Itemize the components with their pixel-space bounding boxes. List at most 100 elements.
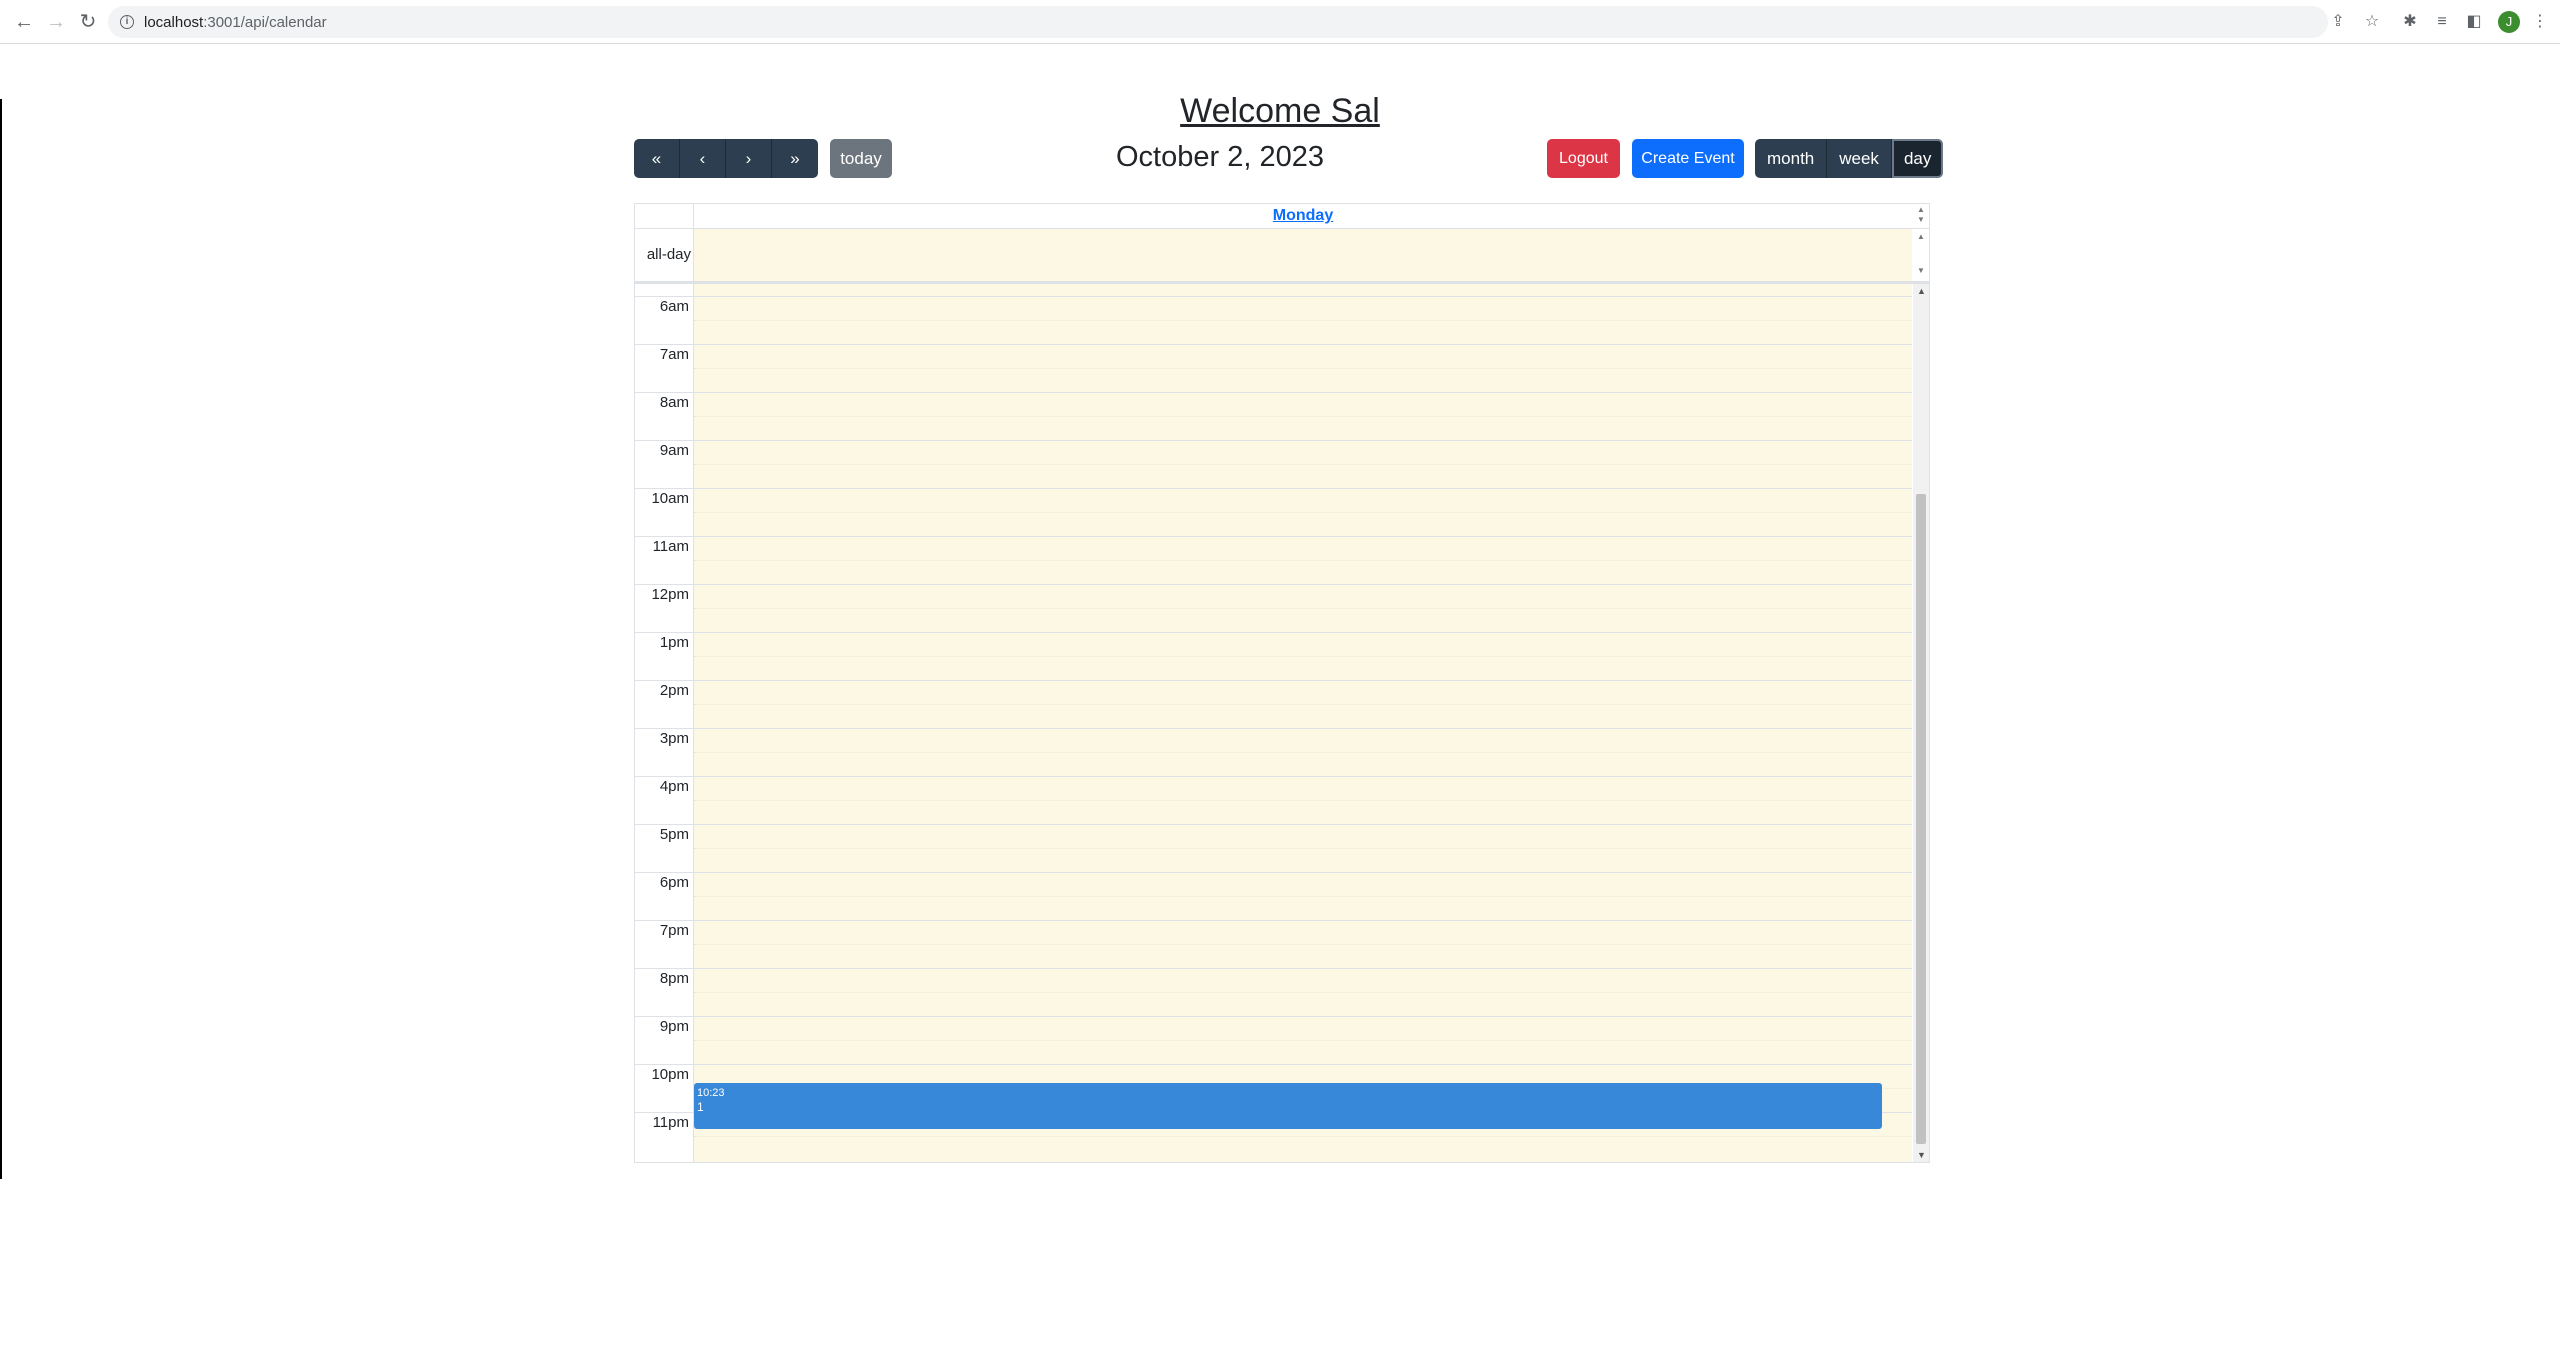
url-path: :3001/api/calendar [203, 14, 327, 31]
scroll-down-arrow-icon[interactable]: ▼ [1917, 267, 1925, 275]
view-switcher: month week day [1755, 139, 1944, 178]
address-bar[interactable]: i localhost:3001/api/calendar ⇪ ☆ [108, 6, 2379, 38]
all-day-label: all-day [635, 229, 694, 281]
share-icon[interactable]: ⇪ [2328, 12, 2348, 32]
scroll-thumb[interactable] [1916, 494, 1926, 1144]
day-view-button[interactable]: day [1891, 139, 1944, 178]
hour-label: 7am [659, 346, 689, 363]
hour-line [635, 536, 1912, 537]
hour-line [635, 968, 1912, 969]
time-grid: 6am 7am 8am 9am 10am 11am 12pm 1pm 2pm 3pm 4pm 5pm 6… [635, 284, 1929, 1162]
calendar-nav-group: « ‹ › » [634, 139, 818, 178]
calendar-event[interactable]: 10:23 1 [694, 1083, 1882, 1129]
hour-label: 8pm [659, 970, 689, 987]
profile-avatar[interactable]: J [2498, 11, 2520, 33]
hour-label: 6am [659, 298, 689, 315]
hour-line [635, 728, 1912, 729]
month-view-button[interactable]: month [1755, 139, 1828, 178]
hour-line [635, 872, 1912, 873]
reload-icon[interactable]: ↻ [76, 10, 100, 34]
today-button[interactable]: today [830, 139, 892, 178]
scroll-down-arrow-icon[interactable]: ▼ [1917, 1150, 1926, 1160]
hour-label: 1pm [659, 634, 689, 651]
calendar-title: October 2, 2023 [1116, 141, 1324, 173]
media-icon[interactable]: ≡ [2432, 12, 2452, 32]
kebab-menu-icon[interactable]: ⋮ [2530, 12, 2550, 32]
calendar-header-row: Monday ▲ ▼ [635, 204, 1929, 229]
time-grid-scrollbar[interactable]: ▲ ▼ [1913, 284, 1929, 1162]
half-hour-line [694, 800, 1912, 801]
all-day-row: all-day ▲ ▼ [635, 229, 1929, 284]
hour-line [635, 488, 1912, 489]
scroll-up-arrow-icon[interactable]: ▲ [1917, 206, 1925, 214]
half-hour-line [694, 656, 1912, 657]
header-scrollbar: ▲ ▼ [1913, 204, 1929, 228]
logout-button[interactable]: Logout [1547, 139, 1620, 178]
prev-button[interactable]: ‹ [680, 139, 726, 178]
hour-label: 11am [652, 538, 689, 555]
half-hour-line [694, 560, 1912, 561]
scroll-down-arrow-icon[interactable]: ▼ [1917, 216, 1925, 224]
browser-toolbar: ← → ↻ i localhost:3001/api/calendar ⇪ ☆ … [0, 0, 2560, 44]
half-hour-line [694, 368, 1912, 369]
hour-line [635, 920, 1912, 921]
hour-label: 5pm [659, 826, 689, 843]
hour-label: 11pm [652, 1114, 689, 1131]
week-view-button[interactable]: week [1827, 139, 1892, 178]
event-title: 1 [697, 1100, 704, 1114]
scroll-up-arrow-icon[interactable]: ▲ [1917, 233, 1925, 241]
day-header-link[interactable]: Monday [694, 204, 1912, 228]
hour-line [635, 632, 1912, 633]
forward-arrow-icon[interactable]: → [44, 10, 68, 34]
hour-line [635, 1016, 1912, 1017]
hour-label: 3pm [659, 730, 689, 747]
half-hour-line [694, 1040, 1912, 1041]
half-hour-line [694, 704, 1912, 705]
hour-label: 7pm [659, 922, 689, 939]
hour-line [635, 584, 1912, 585]
hour-label: 4pm [659, 778, 689, 795]
url-text[interactable]: localhost:3001/api/calendar [144, 14, 327, 31]
hour-line [635, 392, 1912, 393]
hour-label: 8am [659, 394, 689, 411]
half-hour-line [694, 320, 1912, 321]
all-day-scrollbar[interactable]: ▲ ▼ [1913, 229, 1929, 281]
url-host: localhost [144, 14, 204, 31]
info-icon[interactable]: i [120, 15, 134, 29]
half-hour-line [694, 944, 1912, 945]
prev-year-button[interactable]: « [634, 139, 680, 178]
event-time: 10:23 [697, 1087, 725, 1099]
welcome-heading: Welcome Sal [1180, 92, 1380, 130]
hour-line [635, 440, 1912, 441]
next-year-button[interactable]: » [772, 139, 818, 178]
hour-label: 9pm [659, 1018, 689, 1035]
half-hour-line [694, 512, 1912, 513]
half-hour-line [694, 416, 1912, 417]
puzzle-icon[interactable]: ✱ [2400, 12, 2420, 32]
hour-line [635, 776, 1912, 777]
day-calendar: Monday ▲ ▼ all-day ▲ ▼ 6am 7am 8am 9am 10am 1… [634, 203, 1930, 1163]
hour-label: 12pm [651, 586, 689, 603]
hour-line [635, 824, 1912, 825]
half-hour-line [694, 992, 1912, 993]
hour-label: 6pm [659, 874, 689, 891]
back-arrow-icon[interactable]: ← [12, 10, 36, 34]
all-day-cell[interactable] [694, 229, 1912, 281]
half-hour-line [694, 752, 1912, 753]
next-button[interactable]: › [726, 139, 772, 178]
scroll-up-arrow-icon[interactable]: ▲ [1917, 286, 1926, 296]
half-hour-line [694, 608, 1912, 609]
side-panel-icon[interactable]: ◧ [2464, 12, 2484, 32]
half-hour-line [694, 464, 1912, 465]
half-hour-line [694, 896, 1912, 897]
hour-line [635, 680, 1912, 681]
window-edge-line [0, 99, 2, 1179]
star-icon[interactable]: ☆ [2362, 12, 2382, 32]
hour-label: 10am [651, 490, 689, 507]
hour-line [635, 1064, 1912, 1065]
hour-line [635, 296, 1912, 297]
axis-header-cell [635, 204, 694, 228]
create-event-button[interactable]: Create Event [1632, 139, 1744, 178]
hour-label: 10pm [651, 1066, 689, 1083]
hour-label: 9am [659, 442, 689, 459]
